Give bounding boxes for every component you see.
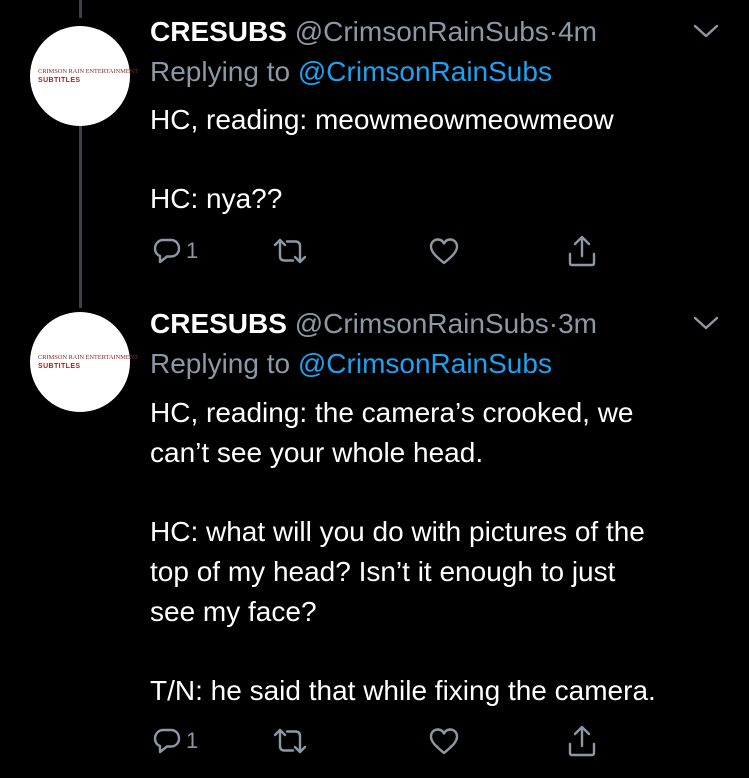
tweet-line: T/N: he said that while fixing the camer… xyxy=(150,675,656,706)
tweet-line: HC: what will you do with pictures of th… xyxy=(150,516,645,547)
like-icon xyxy=(428,726,460,756)
avatar-logo-top: CRIMSON RAIN ENTERTAINMENT xyxy=(38,67,139,75)
avatar-logo-bottom: SUBTITLES xyxy=(38,76,81,84)
action-bar: 1 xyxy=(150,234,610,270)
tweet-line: top of my head? Isn’t it enough to just xyxy=(150,556,616,587)
avatar[interactable]: CRIMSON RAIN ENTERTAINMENT SUBTITLES xyxy=(30,26,139,126)
reply-icon xyxy=(152,726,182,756)
display-name[interactable]: CRESUBS xyxy=(150,308,287,339)
tweet-header: CRESUBS @CrimsonRainSubs·4m xyxy=(150,14,597,50)
retweet-button[interactable] xyxy=(272,236,308,266)
tweet-line: HC, reading: meowmeowmeowmeow xyxy=(150,104,614,135)
chevron-down-icon[interactable] xyxy=(692,314,720,332)
replying-to-link[interactable]: @CrimsonRainSubs xyxy=(298,348,552,379)
avatar-logo-bottom: SUBTITLES xyxy=(38,362,81,370)
tweet[interactable]: CRIMSON RAIN ENTERTAINMENT SUBTITLES CRE… xyxy=(0,0,749,295)
tweet-text: HC, reading: meowmeowmeowmeow HC: nya?? xyxy=(150,100,730,219)
share-icon xyxy=(566,234,598,268)
avatar-logo-top: CRIMSON RAIN ENTERTAINMENT xyxy=(38,353,139,361)
tweet-line: can’t see your whole head. xyxy=(150,437,484,468)
timestamp[interactable]: 4m xyxy=(558,16,597,47)
retweet-icon xyxy=(272,236,308,266)
reply-button[interactable]: 1 xyxy=(152,236,198,266)
like-button[interactable] xyxy=(428,726,460,756)
separator-dot: · xyxy=(548,308,559,339)
display-name[interactable]: CRESUBS xyxy=(150,16,287,47)
replying-to: Replying to @CrimsonRainSubs xyxy=(150,346,552,382)
retweet-icon xyxy=(272,726,308,756)
replying-to-link[interactable]: @CrimsonRainSubs xyxy=(298,56,552,87)
user-handle[interactable]: @CrimsonRainSubs xyxy=(295,308,549,339)
reply-count: 1 xyxy=(186,238,199,263)
like-button[interactable] xyxy=(428,236,460,266)
replying-to-label: Replying to xyxy=(150,348,298,379)
action-bar: 1 xyxy=(150,724,610,760)
share-icon xyxy=(566,724,598,758)
tweet-line: HC, reading: the camera’s crooked, we xyxy=(150,397,634,428)
tweet[interactable]: CRIMSON RAIN ENTERTAINMENT SUBTITLES CRE… xyxy=(0,298,749,778)
reply-icon xyxy=(152,236,182,266)
user-handle[interactable]: @CrimsonRainSubs xyxy=(295,16,549,47)
retweet-button[interactable] xyxy=(272,726,308,756)
tweet-line: HC: nya?? xyxy=(150,183,283,214)
tweet-header: CRESUBS @CrimsonRainSubs·3m xyxy=(150,306,597,342)
replying-to: Replying to @CrimsonRainSubs xyxy=(150,54,552,90)
share-button[interactable] xyxy=(566,234,598,268)
chevron-down-icon[interactable] xyxy=(692,22,720,40)
reply-button[interactable]: 1 xyxy=(152,726,198,756)
tweet-text: HC, reading: the camera’s crooked, we ca… xyxy=(150,393,730,711)
share-button[interactable] xyxy=(566,724,598,758)
like-icon xyxy=(428,236,460,266)
separator-dot: · xyxy=(548,16,559,47)
reply-count: 1 xyxy=(186,728,199,753)
avatar[interactable]: CRIMSON RAIN ENTERTAINMENT SUBTITLES xyxy=(30,312,139,412)
replying-to-label: Replying to xyxy=(150,56,298,87)
tweet-line: see my face? xyxy=(150,596,317,627)
timestamp[interactable]: 3m xyxy=(558,308,597,339)
